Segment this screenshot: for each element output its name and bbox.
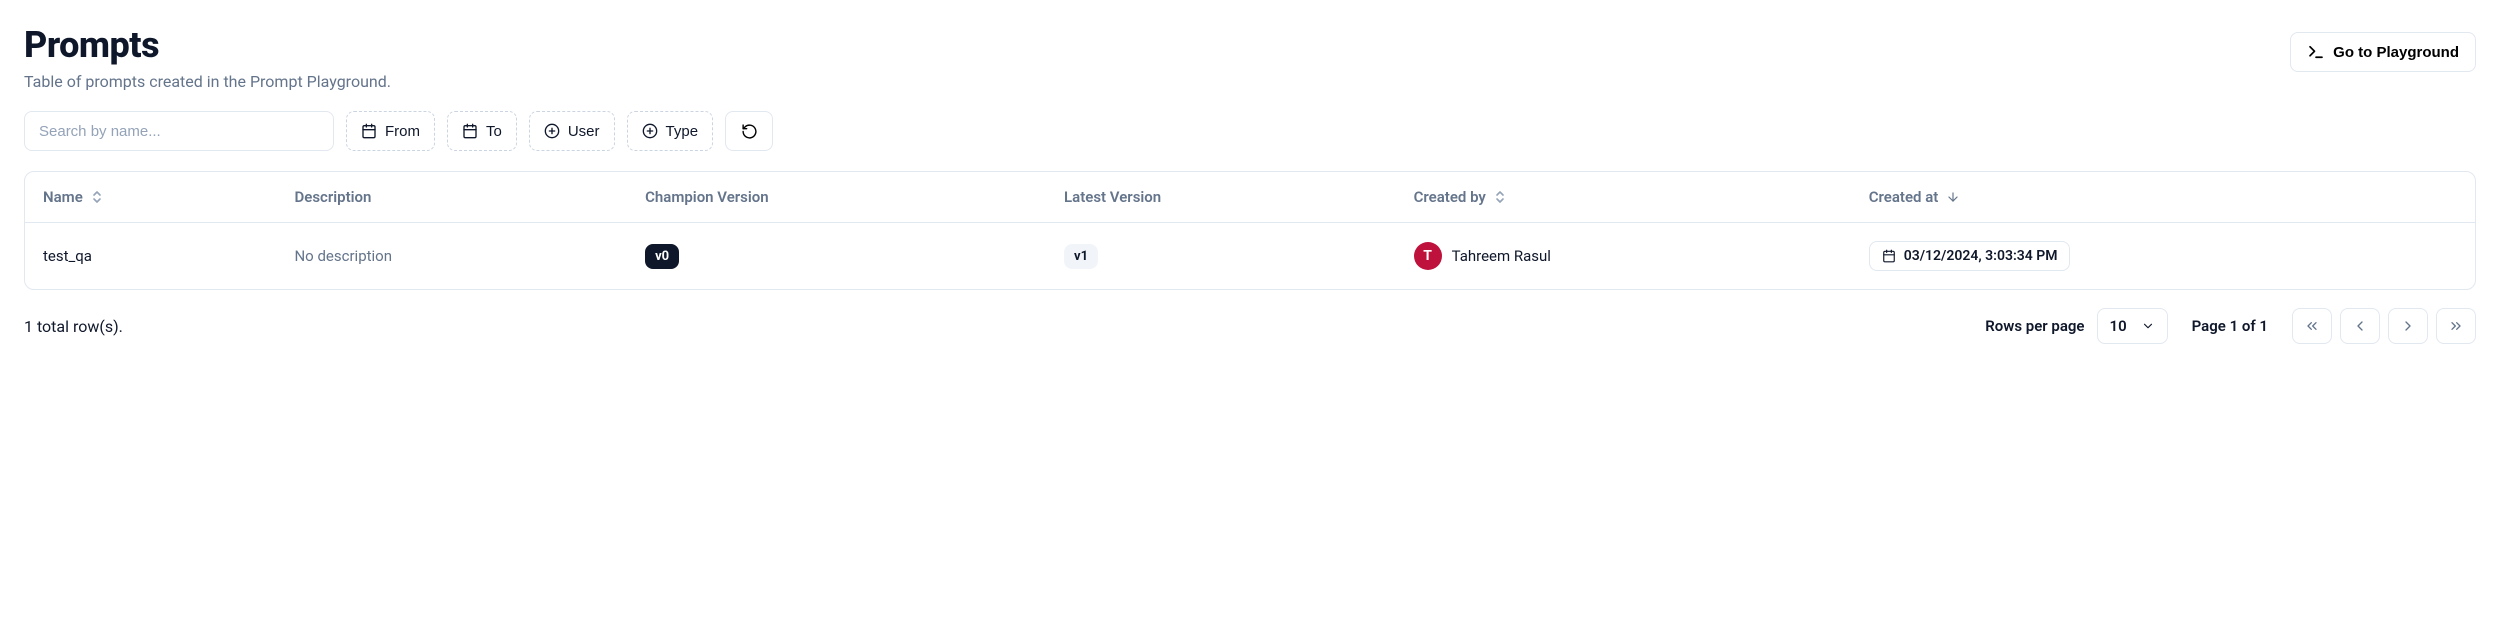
column-header-name-label: Name — [43, 188, 83, 206]
column-header-name[interactable]: Name — [43, 188, 103, 206]
column-header-latest-version[interactable]: Latest Version — [1064, 188, 1161, 206]
filter-type-button[interactable]: Type — [627, 111, 714, 151]
latest-version-badge: v1 — [1064, 244, 1098, 269]
go-to-playground-label: Go to Playground — [2333, 44, 2459, 61]
table-row[interactable]: test_qa No description v0 v1 T Tahreem R… — [25, 223, 2475, 290]
refresh-button[interactable] — [725, 111, 773, 151]
calendar-icon — [462, 123, 478, 139]
column-header-latest-version-label: Latest Version — [1064, 188, 1161, 206]
column-header-created-at[interactable]: Created at — [1869, 188, 1961, 206]
avatar: T — [1414, 242, 1442, 270]
total-rows-label: 1 total row(s). — [24, 317, 123, 336]
champion-version-badge: v0 — [645, 244, 679, 269]
plus-circle-icon — [642, 123, 658, 139]
terminal-icon — [2307, 43, 2325, 61]
created-by-name: Tahreem Rasul — [1452, 247, 1551, 265]
next-page-button[interactable] — [2388, 308, 2428, 344]
filter-type-label: Type — [666, 123, 699, 140]
sort-icon — [1494, 190, 1506, 204]
page-info: Page 1 of 1 — [2192, 317, 2268, 335]
cell-created-by: T Tahreem Rasul — [1414, 242, 1551, 270]
filter-user-button[interactable]: User — [529, 111, 615, 151]
filter-to-button[interactable]: To — [447, 111, 517, 151]
prompts-table: Name Description Champion Version — [24, 171, 2476, 290]
chevron-left-icon — [2352, 318, 2368, 334]
page-subtitle: Table of prompts created in the Prompt P… — [24, 72, 391, 91]
rows-per-page-label: Rows per page — [1985, 317, 2084, 335]
filter-user-label: User — [568, 123, 600, 140]
sort-icon — [91, 190, 103, 204]
column-header-created-by[interactable]: Created by — [1414, 188, 1506, 206]
search-input[interactable] — [24, 111, 334, 151]
column-header-description-label: Description — [294, 188, 371, 206]
page-title: Prompts — [24, 24, 391, 66]
chevron-right-icon — [2400, 318, 2416, 334]
rows-per-page-value: 10 — [2110, 317, 2127, 335]
last-page-button[interactable] — [2436, 308, 2476, 344]
arrow-down-icon — [1946, 190, 1960, 204]
cell-description: No description — [276, 223, 627, 290]
column-header-created-by-label: Created by — [1414, 188, 1486, 206]
filter-from-label: From — [385, 123, 420, 140]
filter-from-button[interactable]: From — [346, 111, 435, 151]
first-page-button[interactable] — [2292, 308, 2332, 344]
column-header-champion-version-label: Champion Version — [645, 188, 769, 206]
column-header-description[interactable]: Description — [294, 188, 371, 206]
cell-name: test_qa — [25, 223, 276, 290]
created-at-pill: 03/12/2024, 3:03:34 PM — [1869, 241, 2071, 271]
refresh-icon — [741, 123, 758, 140]
prev-page-button[interactable] — [2340, 308, 2380, 344]
chevrons-right-icon — [2448, 318, 2464, 334]
chevron-down-icon — [2141, 319, 2155, 333]
chevrons-left-icon — [2304, 318, 2320, 334]
column-header-created-at-label: Created at — [1869, 188, 1939, 206]
calendar-icon — [1882, 249, 1896, 263]
created-at-value: 03/12/2024, 3:03:34 PM — [1904, 248, 2058, 264]
go-to-playground-button[interactable]: Go to Playground — [2290, 32, 2476, 72]
column-header-champion-version[interactable]: Champion Version — [645, 188, 769, 206]
plus-circle-icon — [544, 123, 560, 139]
rows-per-page-select[interactable]: 10 — [2097, 308, 2168, 344]
filter-to-label: To — [486, 123, 502, 140]
calendar-icon — [361, 123, 377, 139]
